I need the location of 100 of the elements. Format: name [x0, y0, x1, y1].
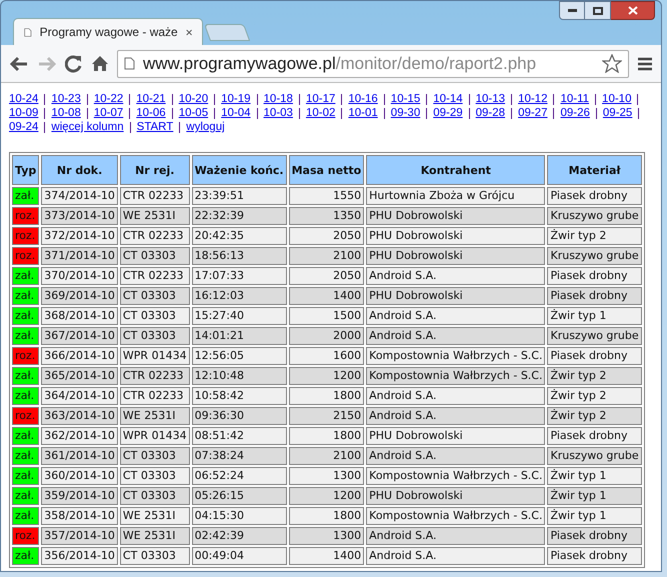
column-header: Nr rej. — [120, 155, 190, 185]
table-cell: 357/2014-10 — [41, 527, 118, 545]
date-link[interactable]: 10-19 — [221, 92, 251, 106]
date-link[interactable]: 10-11 — [560, 92, 590, 106]
date-link[interactable]: 10-18 — [264, 92, 293, 106]
home-icon[interactable] — [91, 55, 109, 72]
date-link[interactable]: 09-28 — [476, 106, 506, 120]
type-cell: roz. — [12, 347, 40, 365]
table-cell: WE 2531I — [120, 527, 190, 545]
table-cell: 2100 — [288, 247, 364, 265]
table-cell: Piasek drobny — [547, 187, 642, 205]
table-cell: 2000 — [288, 327, 364, 345]
table-cell: CTR 02233 — [120, 187, 190, 205]
table-cell: WPR 01434 — [120, 347, 190, 365]
url-host: www.programywagowe.pl — [143, 54, 336, 73]
date-link[interactable]: 10-10 — [602, 92, 632, 106]
table-cell: 16:12:03 — [192, 287, 287, 305]
type-cell: roz. — [12, 527, 40, 545]
table-cell: Hurtownia Zboża w Grójcu — [366, 187, 546, 205]
table-cell: 1500 — [288, 307, 364, 325]
date-link[interactable]: 10-02 — [306, 106, 336, 120]
table-cell: CT 03303 — [120, 327, 190, 345]
date-link[interactable]: 10-12 — [518, 92, 548, 106]
date-link[interactable]: 09-25 — [602, 106, 632, 120]
star-icon[interactable] — [602, 54, 622, 73]
table-cell: 20:42:35 — [192, 227, 287, 245]
address-bar[interactable]: www.programywagowe.pl/monitor/demo/raport2.php — [117, 50, 629, 78]
date-link[interactable]: 10-23 — [51, 92, 81, 106]
date-link[interactable]: 10-06 — [136, 106, 166, 120]
date-link[interactable]: 09-26 — [560, 106, 590, 120]
date-link[interactable]: 10-03 — [264, 106, 293, 120]
table-cell: 364/2014-10 — [41, 387, 118, 405]
table-cell: 05:26:15 — [192, 487, 287, 505]
menu-icon[interactable] — [637, 56, 653, 70]
date-link[interactable]: 10-22 — [94, 92, 124, 106]
table-cell: PHU Dobrowolski — [366, 427, 546, 445]
type-cell: zał. — [12, 287, 40, 305]
table-cell: 10:58:42 — [192, 387, 287, 405]
date-link[interactable]: 10-14 — [433, 92, 463, 106]
table-cell: WE 2531I — [120, 507, 190, 525]
table-cell: 368/2014-10 — [41, 307, 118, 325]
table-cell: WPR 01434 — [120, 427, 190, 445]
type-cell: zał. — [12, 447, 40, 465]
column-header: Typ — [12, 155, 40, 185]
type-cell: zał. — [12, 307, 40, 325]
date-link[interactable]: 10-09 — [9, 106, 38, 120]
date-link[interactable]: 10-04 — [221, 106, 251, 120]
table-cell: Żwir typ 1 — [547, 507, 642, 525]
type-cell: zał. — [12, 187, 40, 205]
table-cell: Android S.A. — [366, 527, 546, 545]
table-cell: CT 03303 — [120, 467, 190, 485]
table-cell: 372/2014-10 — [41, 227, 118, 245]
browser-tab[interactable]: Programy wagowe - waże — [13, 18, 203, 45]
date-link[interactable]: 10-17 — [306, 92, 336, 106]
close-button[interactable] — [611, 1, 655, 20]
table-cell: 15:27:40 — [192, 307, 287, 325]
date-link[interactable]: 09-30 — [390, 106, 420, 120]
table-cell: 02:42:39 — [192, 527, 287, 545]
date-link[interactable]: 10-13 — [476, 92, 506, 106]
table-cell: Kruszywo grube — [547, 327, 642, 345]
type-cell: zał. — [12, 367, 40, 385]
column-header: Ważenie końc. — [192, 155, 287, 185]
type-cell: zał. — [12, 467, 40, 485]
table-cell: PHU Dobrowolski — [366, 247, 546, 265]
date-link[interactable]: 10-21 — [136, 92, 166, 106]
column-header: Masa netto — [288, 155, 364, 185]
date-link[interactable]: START — [136, 120, 174, 134]
minimize-button[interactable] — [559, 1, 585, 20]
date-link[interactable]: wyloguj — [186, 120, 225, 134]
table-cell: CTR 02233 — [120, 387, 190, 405]
type-cell: roz. — [12, 247, 40, 265]
table-cell: Kruszywo grube — [547, 247, 642, 265]
date-link[interactable]: 10-20 — [178, 92, 208, 106]
date-link[interactable]: 10-07 — [94, 106, 124, 120]
date-link[interactable]: 10-24 — [9, 92, 38, 106]
date-link[interactable]: 10-01 — [348, 106, 378, 120]
table-cell: 367/2014-10 — [41, 327, 118, 345]
date-link[interactable]: 09-24 — [9, 120, 38, 134]
table-cell: Żwir typ 1 — [547, 487, 642, 505]
table-cell: WE 2531I — [120, 207, 190, 225]
maximize-button[interactable] — [585, 1, 611, 20]
date-link[interactable]: więcej kolumn — [51, 120, 124, 134]
table-cell: 2100 — [288, 447, 364, 465]
reload-icon[interactable] — [65, 54, 83, 72]
table-cell: Żwir typ 2 — [547, 227, 642, 245]
tab-title: Programy wagowe - waże — [40, 24, 178, 41]
back-icon[interactable] — [9, 56, 29, 72]
date-link[interactable]: 09-27 — [518, 106, 548, 120]
table-cell: 17:07:33 — [192, 267, 287, 285]
date-link[interactable]: 10-05 — [178, 106, 208, 120]
table-cell: 1600 — [288, 347, 364, 365]
date-link[interactable]: 09-29 — [433, 106, 463, 120]
date-link[interactable]: 10-16 — [348, 92, 378, 106]
table-cell: Piasek drobny — [547, 427, 642, 445]
date-link[interactable]: 10-08 — [51, 106, 81, 120]
table-cell: 1400 — [288, 547, 364, 565]
table-cell: 1800 — [288, 427, 364, 445]
date-link[interactable]: 10-15 — [390, 92, 420, 106]
table-cell: 2050 — [288, 227, 364, 245]
close-icon[interactable] — [186, 28, 192, 36]
